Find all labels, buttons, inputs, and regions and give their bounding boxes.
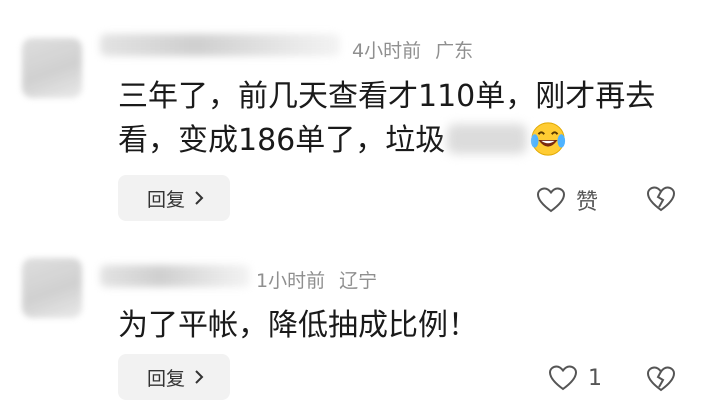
like-label: 赞 [576, 190, 599, 215]
comment-time: 1小时前 [256, 270, 326, 292]
comment-meta: 4小时前 广东 [352, 36, 473, 63]
dislike-button[interactable] [646, 365, 676, 397]
like-button[interactable]: 1 [548, 364, 602, 392]
dislike-button[interactable] [646, 185, 676, 217]
comment-text-line: 三年了，前几天查看才110单，刚才再去 [118, 79, 656, 114]
avatar[interactable] [22, 38, 82, 98]
broken-heart-icon [646, 366, 676, 392]
like-count: 1 [588, 365, 602, 391]
chevron-right-icon [195, 370, 204, 384]
comment-text-fragment: 看，变成186单了，垃圾 [118, 123, 446, 158]
comment-text-line: 为了平帐，降低抽成比例！ [118, 308, 478, 343]
broken-heart-icon [646, 186, 676, 212]
like-button[interactable]: 赞 [536, 184, 598, 216]
reply-button[interactable]: 回复 [118, 175, 230, 221]
heart-icon [536, 187, 566, 213]
avatar[interactable] [22, 258, 82, 318]
comment-text-line: 看，变成186单了，垃圾 [118, 119, 567, 163]
comment-meta: 1小时前 辽宁 [256, 266, 377, 293]
heart-icon [548, 365, 578, 391]
reply-label: 回复 [146, 367, 185, 390]
username-redacted[interactable] [100, 265, 250, 287]
reply-button[interactable]: 回复 [118, 354, 230, 400]
redacted-text [447, 124, 528, 154]
laughing-crying-emoji-icon [531, 122, 566, 156]
username-redacted[interactable] [100, 34, 340, 56]
chevron-right-icon [195, 191, 204, 205]
comment-time: 4小时前 [352, 40, 422, 62]
comment-location: 辽宁 [339, 270, 378, 292]
comment-item: 1小时前 辽宁 为了平帐，降低抽成比例！ 回复 1 [0, 240, 720, 404]
comment-location: 广东 [435, 40, 474, 62]
reply-label: 回复 [146, 188, 185, 211]
comment-item: 4小时前 广东 三年了，前几天查看才110单，刚才再去 看，变成186单了，垃圾 … [0, 0, 720, 240]
